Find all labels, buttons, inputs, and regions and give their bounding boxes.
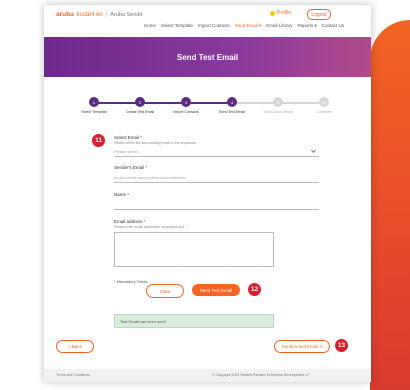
- product-name: instant on: [76, 11, 103, 18]
- page-title: Send Test Email: [176, 52, 239, 62]
- success-message: Test Email has been sent!: [114, 314, 274, 328]
- email-address-label: Email address *: [114, 219, 146, 224]
- select-email-hint: Please select the sub pending email in t…: [114, 141, 196, 145]
- nav-home[interactable]: Home: [144, 23, 156, 29]
- copyright-text: © Copyright 2022 Hewlett Packard Enterpr…: [212, 373, 310, 377]
- profile-link[interactable]: Profile: [270, 10, 291, 16]
- step-label: Complete: [316, 110, 332, 114]
- profile-label: Profile: [277, 10, 292, 16]
- background-swoosh: [370, 0, 410, 390]
- select-email-dropdown[interactable]: Please select: [114, 147, 319, 157]
- nav-select-template[interactable]: Select Template: [161, 23, 193, 29]
- app-window: aruba instant on | Aruba Sendit Profile …: [44, 5, 371, 382]
- send-test-email-button[interactable]: Send Test Email: [192, 284, 240, 296]
- nav-import-contacts[interactable]: Import Contacts: [198, 23, 230, 29]
- name-field[interactable]: [114, 201, 319, 210]
- nav-contact-us[interactable]: Contact Us: [322, 23, 344, 29]
- main-nav: Home Select Template Import Contacts Sen…: [144, 23, 344, 29]
- step-circle: 6: [319, 97, 329, 107]
- step-circle: 4: [227, 97, 237, 107]
- app-subtitle: Aruba Sendit: [110, 11, 143, 18]
- send-test-form: Select Email * Please select the sub pen…: [114, 135, 319, 284]
- sender-email-label: Sender's Email *: [114, 165, 148, 170]
- email-address-hint: Please enter email addresses separated b…: [114, 225, 189, 229]
- email-address-textarea[interactable]: [114, 232, 274, 267]
- brand-separator: |: [105, 11, 108, 18]
- back-button[interactable]: < Back: [56, 340, 94, 353]
- profile-icon: [270, 10, 275, 16]
- brand: aruba instant on | Aruba Sendit: [56, 11, 142, 18]
- nav-email-library[interactable]: Email Library: [266, 23, 292, 29]
- send-actual-email-button[interactable]: Send Actual Email >: [274, 340, 330, 353]
- top-bar: aruba instant on | Aruba Sendit Profile …: [44, 5, 371, 37]
- sender-email-field[interactable]: aruba-sendit-noreply@aruba-sendit.com: [114, 174, 319, 183]
- callout-badge-send-actual: 13: [335, 339, 348, 352]
- step-circle: 1: [89, 97, 99, 107]
- step-circle: 2: [135, 97, 145, 107]
- select-email-placeholder: Please select: [114, 149, 138, 154]
- name-label: Name *: [114, 192, 130, 197]
- chevron-down-icon: [311, 149, 316, 153]
- hero-banner: Send Test Email: [44, 37, 371, 77]
- logout-button[interactable]: Logout: [307, 9, 331, 20]
- step-item: 6 Complete: [294, 97, 354, 114]
- callout-badge-select: 11: [92, 134, 105, 147]
- terms-link[interactable]: Terms and Conditions: [56, 373, 90, 377]
- nav-reports[interactable]: Reports ▾: [298, 23, 317, 29]
- aruba-logo[interactable]: aruba: [56, 11, 74, 18]
- clear-button[interactable]: Clear: [146, 284, 184, 298]
- select-email-label: Select Email *: [114, 135, 143, 140]
- step-circle: 5: [273, 97, 283, 107]
- footer: Terms and Conditions © Copyright 2022 He…: [44, 369, 371, 382]
- step-circle: 3: [181, 97, 191, 107]
- callout-badge-send-test: 12: [248, 283, 261, 296]
- progress-stepper: 1 Select Template 2 Create Test Email 3 Impor…: [64, 97, 354, 125]
- nav-send-email[interactable]: Send Email ▾: [235, 23, 262, 29]
